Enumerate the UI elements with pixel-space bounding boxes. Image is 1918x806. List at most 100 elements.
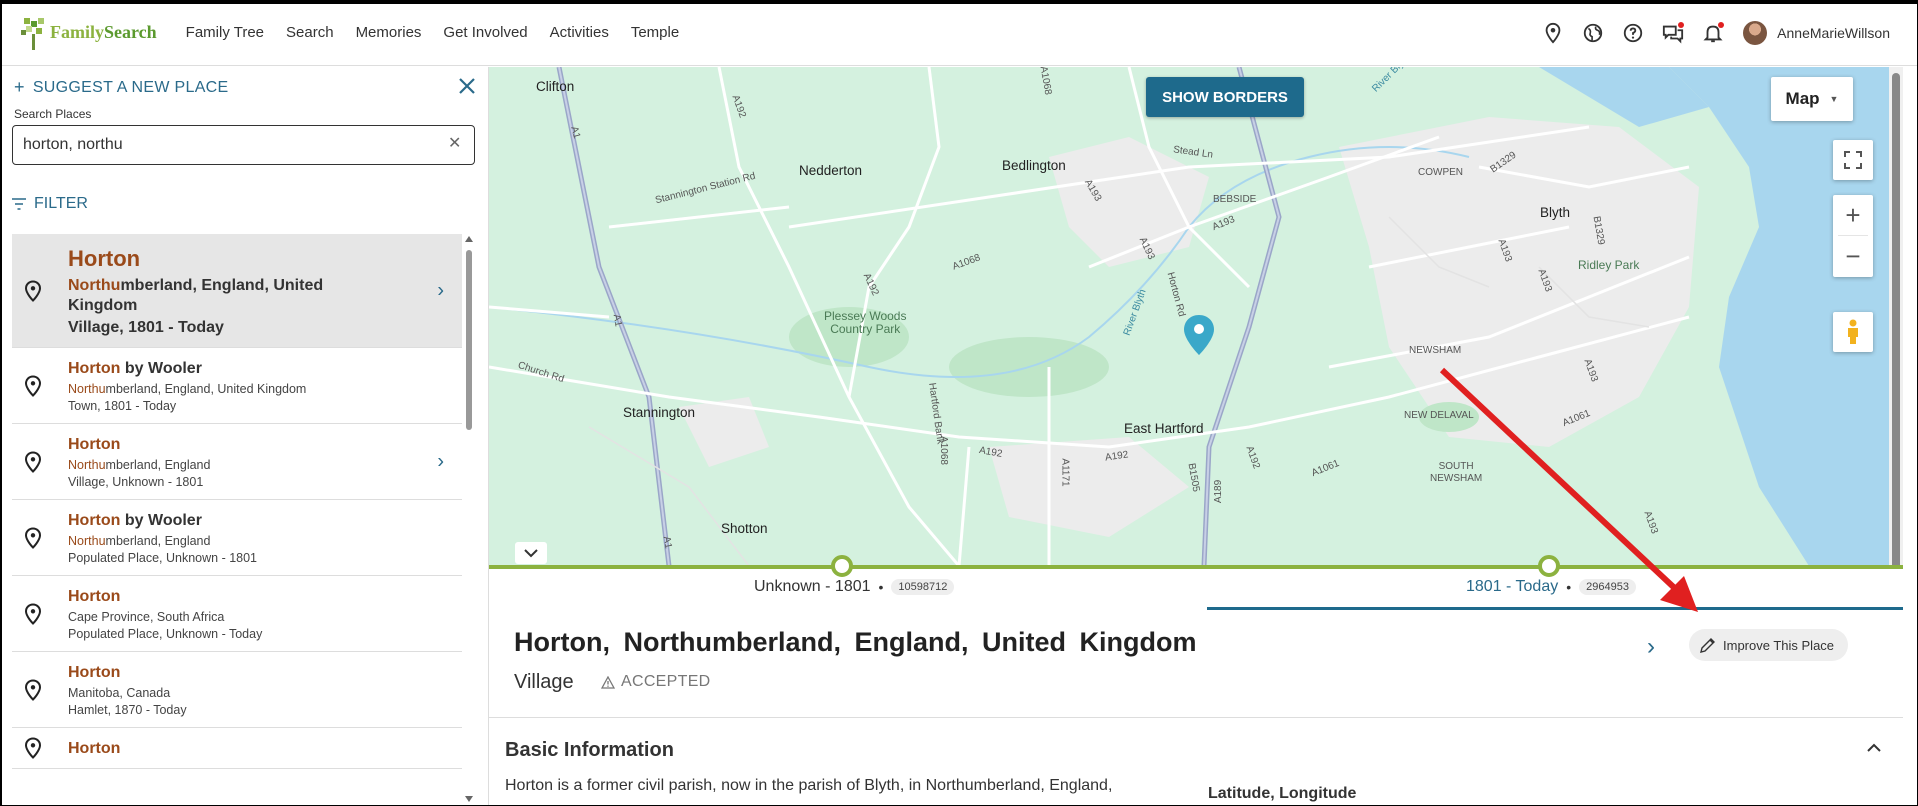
result-location: Manitoba, Canada (68, 686, 171, 700)
zoom-in-button[interactable]: + (1838, 195, 1868, 236)
list-item[interactable]: Horton (12, 728, 462, 769)
result-location: Northumberland, England, United Kingdom (68, 382, 307, 396)
help-icon[interactable] (1621, 21, 1645, 45)
search-places-input[interactable] (23, 136, 443, 154)
status-badge: ACCEPTED (601, 673, 711, 691)
map-label-east-hartford: East Hartford (1124, 421, 1204, 436)
globe-icon[interactable] (1581, 21, 1605, 45)
result-name: Horton (68, 246, 141, 271)
results-scrollbar[interactable] (464, 232, 474, 806)
chevron-right-icon: › (437, 279, 444, 301)
list-item[interactable]: Horton by Wooler Northumberland, England,… (12, 348, 462, 424)
chat-icon[interactable] (1661, 21, 1685, 45)
result-name: Horton by Wooler (68, 360, 202, 377)
list-item[interactable]: Horton Cape Province, South Africa Populat… (12, 576, 462, 652)
logo-text-family: Family (50, 22, 104, 42)
improve-this-place-button[interactable]: Improve This Place (1689, 629, 1849, 661)
filter-icon (12, 198, 26, 210)
result-type: Town, 1801 - Today (68, 399, 177, 413)
map-label-a1-3: A1 (660, 535, 674, 550)
result-type: Village, Unknown - 1801 (68, 475, 204, 489)
map-label-a189: A189 (1213, 479, 1225, 504)
location-pin-icon (24, 450, 42, 473)
map-label-south-newsham: SOUTH NEWSHAM (1430, 461, 1483, 484)
timeline-tab-unknown-1801[interactable]: Unknown - 1801 • 10598712 (754, 578, 955, 596)
main-nav: Family Tree Search Memories Get Involved… (175, 24, 691, 41)
list-item[interactable]: Horton Northumberland, England Village, Un… (12, 424, 462, 500)
map-label-shotton: Shotton (721, 521, 768, 536)
top-header: FamilySearch Family Tree Search Memories… (0, 0, 1918, 66)
warning-icon (601, 675, 615, 689)
nav-memories[interactable]: Memories (356, 24, 422, 41)
search-results-list: Horton Northumberland, England, United Ki… (12, 234, 462, 806)
place-title: Horton, Northumberland, England, United … (514, 627, 1197, 657)
location-pin-icon[interactable] (1541, 21, 1565, 45)
tree-logo-icon (20, 16, 48, 50)
plus-icon: + (14, 77, 25, 97)
divider (489, 717, 1903, 718)
timeline-tab-1801-today[interactable]: 1801 - Today • 2964953 (1466, 578, 1636, 596)
page-scroll-thumb[interactable] (1892, 73, 1900, 566)
collapse-section-button[interactable] (1867, 739, 1881, 757)
header-actions: AnneMarieWillson (1533, 0, 1890, 66)
close-icon[interactable] (456, 75, 478, 97)
result-type: Populated Place, Unknown - 1801 (68, 551, 258, 565)
map-view[interactable]: Clifton Nedderton Bedlington Stannington… (489, 67, 1903, 566)
timeline-right-label: 1801 - Today (1466, 578, 1559, 595)
timeline-right-count: 2964953 (1579, 579, 1636, 595)
logo-text-search: Search (104, 22, 157, 42)
result-name: Horton (68, 588, 121, 605)
username[interactable]: AnneMarieWillson (1777, 25, 1890, 41)
location-pin-icon (24, 678, 42, 701)
chevron-right-icon[interactable]: › (1647, 633, 1655, 661)
map-label-a1171: A1171 (1059, 458, 1071, 487)
map-label-newsham: NEWSHAM (1409, 345, 1462, 356)
list-item[interactable]: Horton Manitoba, Canada Hamlet, 1870 - Tod… (12, 652, 462, 728)
map-label-ridley-park: Ridley Park (1578, 258, 1640, 272)
familysearch-logo[interactable]: FamilySearch (20, 13, 157, 53)
page-scrollbar[interactable] (1889, 67, 1903, 566)
filter-button[interactable]: FILTER (12, 195, 88, 213)
map-label-a1068-3: A1068 (937, 436, 949, 465)
nav-get-involved[interactable]: Get Involved (443, 24, 527, 41)
result-name: Horton (68, 740, 121, 757)
list-item[interactable]: Horton Northumberland, England, United Ki… (12, 234, 462, 348)
avatar[interactable] (1743, 21, 1768, 45)
place-details: Horton, Northumberland, England, United … (489, 615, 1903, 806)
place-type: Village (514, 671, 574, 693)
result-location: Northumberland, England, United Kingdom (68, 277, 324, 314)
nav-search[interactable]: Search (286, 24, 334, 41)
nav-temple[interactable]: Temple (631, 24, 679, 41)
map-type-select[interactable]: Map ▼ (1771, 77, 1853, 121)
fullscreen-button[interactable] (1833, 140, 1873, 180)
show-borders-button[interactable]: SHOW BORDERS (1146, 77, 1304, 117)
map-label-new-delaval: NEW DELAVAL (1404, 410, 1474, 421)
result-type: Hamlet, 1870 - Today (68, 703, 187, 717)
zoom-out-button[interactable]: − (1845, 236, 1860, 277)
result-location: Cape Province, South Africa (68, 610, 225, 624)
scroll-thumb[interactable] (466, 250, 472, 430)
place-marker-icon[interactable] (1182, 313, 1216, 357)
improve-label: Improve This Place (1723, 637, 1835, 653)
map-label-bedlington: Bedlington (1002, 158, 1066, 173)
timeline-node-1801-today[interactable] (1538, 555, 1560, 577)
street-view-pegman[interactable] (1833, 312, 1873, 352)
list-item[interactable]: Horton by Wooler Northumberland, England P… (12, 500, 462, 576)
status-label: ACCEPTED (621, 673, 711, 690)
bell-icon[interactable] (1701, 21, 1725, 45)
scroll-down-arrow[interactable] (465, 796, 473, 802)
result-name: Horton (68, 664, 121, 681)
collapse-map-button[interactable] (515, 542, 547, 564)
location-pin-icon (24, 602, 42, 625)
location-pin-icon (24, 374, 42, 397)
basic-information-heading: Basic Information (505, 739, 674, 761)
map-label-stannington: Stannington (623, 405, 696, 420)
scroll-up-arrow[interactable] (465, 236, 473, 242)
nav-family-tree[interactable]: Family Tree (186, 24, 264, 41)
suggest-new-place-button[interactable]: + SUGGEST A NEW PLACE (14, 77, 229, 98)
timeline-left-count: 10598712 (891, 579, 955, 595)
clear-search-icon[interactable]: ✕ (448, 136, 464, 152)
timeline-node-unknown-1801[interactable] (831, 555, 853, 577)
chevron-right-icon: › (437, 450, 444, 472)
nav-activities[interactable]: Activities (550, 24, 609, 41)
